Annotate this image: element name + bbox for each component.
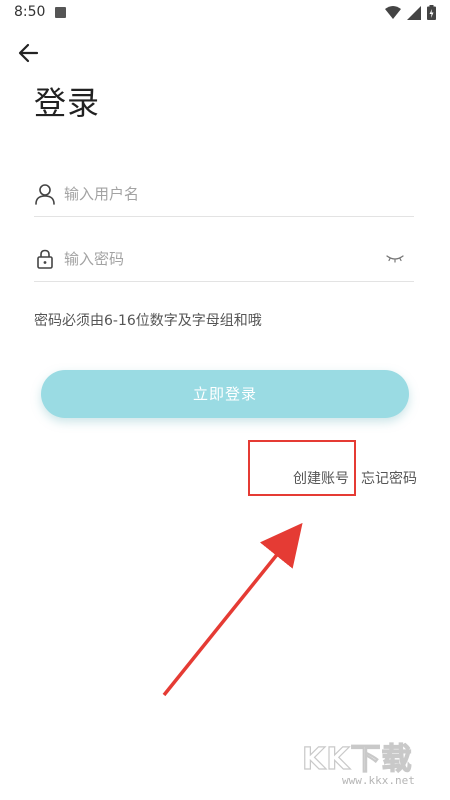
- status-icons: [385, 5, 436, 20]
- forgot-password-link[interactable]: 忘记密码: [361, 468, 417, 488]
- watermark-url: www.kkx.net: [342, 774, 415, 787]
- username-input[interactable]: [64, 180, 364, 208]
- wifi-icon: [385, 5, 401, 19]
- password-hint: 密码必须由6-16位数字及字母组和哦: [34, 313, 262, 329]
- lock-icon: [37, 249, 53, 269]
- annotation-highlight-box: [248, 440, 356, 496]
- battery-charging-icon: [427, 5, 436, 20]
- cellular-signal-icon: [407, 5, 421, 20]
- eye-closed-icon[interactable]: [386, 251, 404, 265]
- username-field: [34, 172, 414, 217]
- notification-app-icon: [55, 7, 66, 18]
- status-time: 8:50: [14, 4, 46, 20]
- status-bar: 8:50: [0, 0, 450, 26]
- login-screen: 8:50 登录 输入用户名 密码必须由6-16位数字及字母组和哦 立即登录 创建…: [0, 0, 450, 800]
- user-icon: [35, 184, 55, 205]
- back-button[interactable]: [16, 40, 42, 66]
- back-arrow-icon: [18, 43, 39, 63]
- password-input[interactable]: [64, 245, 364, 273]
- annotation-arrow: [162, 522, 303, 697]
- watermark-logo: KK下载: [301, 741, 413, 777]
- login-button[interactable]: 立即登录: [41, 370, 409, 418]
- watermark: KK下载 www.kkx.net: [301, 734, 442, 794]
- page-title: 登录: [34, 84, 101, 122]
- password-field: [34, 237, 414, 282]
